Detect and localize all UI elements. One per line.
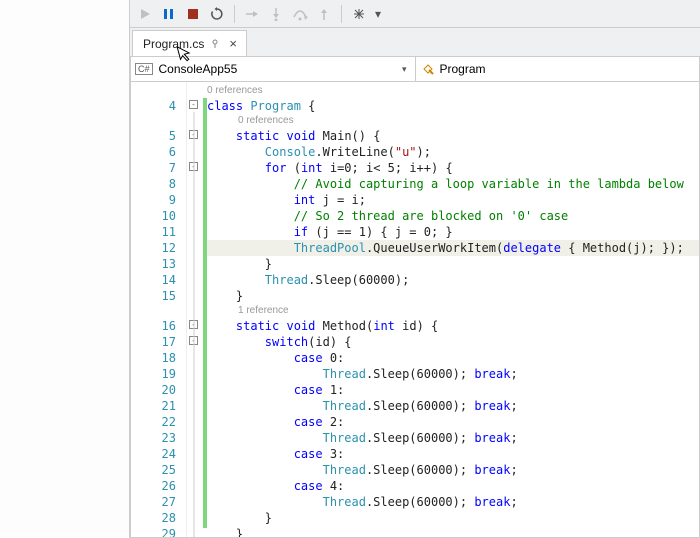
csharp-badge-icon: C# [135, 63, 153, 75]
line-number: 17 [131, 334, 186, 350]
code-line[interactable]: Thread.Sleep(60000); break; [207, 398, 699, 414]
code-line[interactable]: // Avoid capturing a loop variable in th… [207, 176, 699, 192]
code-line[interactable]: case 3: [207, 446, 699, 462]
code-line[interactable]: int j = i; [207, 192, 699, 208]
code-line[interactable]: } [207, 288, 699, 304]
code-line[interactable]: for (int i=0; i< 5; i++) { [207, 160, 699, 176]
line-number: 22 [131, 414, 186, 430]
member-label: Program [440, 62, 486, 76]
line-number: 25 [131, 462, 186, 478]
line-number: 27 [131, 494, 186, 510]
line-number: 7 [131, 160, 186, 176]
line-number: 6 [131, 144, 186, 160]
side-gutter [0, 0, 130, 538]
line-number: 14 [131, 272, 186, 288]
close-icon[interactable]: × [226, 36, 240, 51]
toolbar-separator [234, 5, 235, 23]
line-number: 12 [131, 240, 186, 256]
line-number: 15 [131, 288, 186, 304]
line-number: 16 [131, 318, 186, 334]
line-number: 21 [131, 398, 186, 414]
chevron-down-icon[interactable]: ▾ [398, 64, 411, 75]
code-line[interactable]: Thread.Sleep(60000); break; [207, 430, 699, 446]
code-line[interactable]: Thread.Sleep(60000); break; [207, 366, 699, 382]
stop-icon[interactable] [182, 3, 204, 25]
code-line[interactable]: Thread.Sleep(60000); break; [207, 494, 699, 510]
code-line[interactable]: } [207, 256, 699, 272]
member-dropdown[interactable]: Program [416, 57, 700, 81]
line-number: 20 [131, 382, 186, 398]
line-number: 19 [131, 366, 186, 382]
tab-label: Program.cs [143, 37, 204, 51]
code-area[interactable]: 0 references class Program { 0 reference… [207, 82, 699, 537]
line-number: 5 [131, 128, 186, 144]
play-icon[interactable] [134, 3, 156, 25]
outlining-gutter: - - - - - [187, 82, 203, 537]
code-line[interactable]: class Program { [207, 98, 699, 114]
code-line[interactable]: Console.WriteLine("u"); [207, 144, 699, 160]
threads-icon[interactable] [348, 3, 370, 25]
line-number: 10 [131, 208, 186, 224]
scope-label: ConsoleApp55 [159, 62, 238, 76]
tab-program-cs[interactable]: Program.cs × [132, 30, 247, 56]
line-number: 4 [131, 98, 186, 114]
code-line[interactable]: switch(id) { [207, 334, 699, 350]
code-line[interactable]: ThreadPool.QueueUserWorkItem(delegate { … [207, 240, 699, 256]
code-line[interactable]: // So 2 thread are blocked on '0' case [207, 208, 699, 224]
scope-dropdown[interactable]: C# ConsoleApp55 ▾ [131, 57, 416, 81]
restart-icon[interactable] [206, 3, 228, 25]
line-number: 28 [131, 510, 186, 526]
pin-icon[interactable] [210, 39, 220, 49]
code-line[interactable]: case 2: [207, 414, 699, 430]
show-next-statement-icon[interactable] [241, 3, 263, 25]
step-out-icon[interactable] [313, 3, 335, 25]
line-number: 11 [131, 224, 186, 240]
class-icon [422, 63, 434, 75]
code-line[interactable]: } [207, 510, 699, 526]
code-line[interactable]: Thread.Sleep(60000); break; [207, 462, 699, 478]
code-line[interactable]: case 0: [207, 350, 699, 366]
codelens[interactable]: 0 references [207, 114, 699, 128]
pause-icon[interactable] [158, 3, 180, 25]
line-number: 13 [131, 256, 186, 272]
line-number: 23 [131, 430, 186, 446]
line-number: 24 [131, 446, 186, 462]
code-editor[interactable]: 4 5 6 7 8 9 10 11 12 13 14 15 16 17 18 1… [130, 82, 700, 538]
code-line[interactable]: case 4: [207, 478, 699, 494]
threads-dropdown-icon[interactable]: ▾ [372, 3, 384, 25]
main-panel: ▾ Program.cs × C# ConsoleApp55 ▾ Program [130, 0, 700, 538]
code-line[interactable]: static void Main() { [207, 128, 699, 144]
code-line[interactable]: Thread.Sleep(60000); [207, 272, 699, 288]
line-number: 8 [131, 176, 186, 192]
code-line[interactable]: if (j == 1) { j = 0; } [207, 224, 699, 240]
code-line[interactable]: } [207, 526, 699, 537]
code-line[interactable]: static void Method(int id) { [207, 318, 699, 334]
line-number: 18 [131, 350, 186, 366]
document-tab-row: Program.cs × [130, 28, 700, 56]
code-line[interactable]: case 1: [207, 382, 699, 398]
codelens[interactable]: 0 references [207, 84, 699, 98]
debug-toolbar: ▾ [130, 0, 700, 28]
line-number: 29 [131, 526, 186, 538]
nav-bar: C# ConsoleApp55 ▾ Program [130, 56, 700, 82]
line-number: 9 [131, 192, 186, 208]
toolbar-separator [341, 5, 342, 23]
line-number: 26 [131, 478, 186, 494]
step-into-icon[interactable] [265, 3, 287, 25]
codelens[interactable]: 1 reference [207, 304, 699, 318]
line-number-gutter: 4 5 6 7 8 9 10 11 12 13 14 15 16 17 18 1… [131, 82, 187, 537]
step-over-icon[interactable] [289, 3, 311, 25]
